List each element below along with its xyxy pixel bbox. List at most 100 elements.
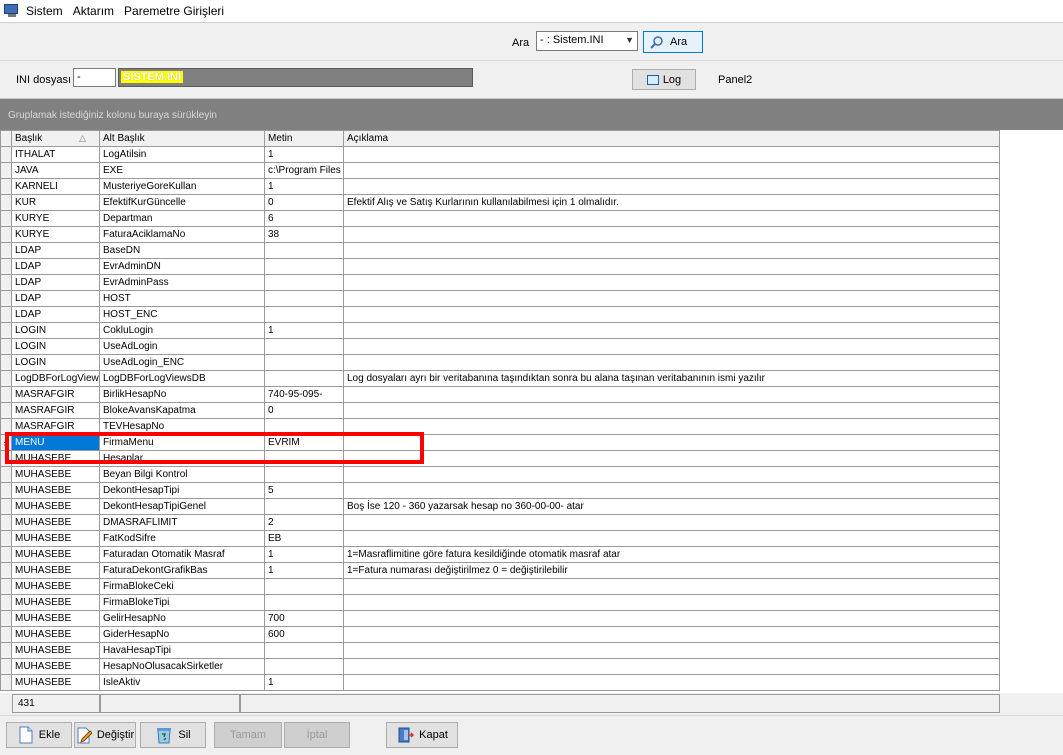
cell-metin[interactable]: c:\Program Files <box>264 162 344 179</box>
cell-metin[interactable]: 1 <box>264 146 344 163</box>
cell-baslik[interactable]: MUHASEBE <box>11 626 100 643</box>
cell-baslik[interactable]: MUHASEBE <box>11 594 100 611</box>
table-row[interactable]: ITHALAT LogAtilsin 1 <box>0 146 1000 163</box>
cell-alt-baslik[interactable]: FatKodSifre <box>99 530 265 547</box>
cell-alt-baslik[interactable]: EfektifKurGüncelle <box>99 194 265 211</box>
cell-baslik[interactable]: MUHASEBE <box>11 562 100 579</box>
cell-metin[interactable]: 0 <box>264 194 344 211</box>
cell-baslik[interactable]: MUHASEBE <box>11 482 100 499</box>
cell-metin[interactable]: 0 <box>264 402 344 419</box>
cell-metin[interactable]: 5 <box>264 482 344 499</box>
cell-baslik[interactable]: LDAP <box>11 306 100 323</box>
cell-alt-baslik[interactable]: FaturaAciklamaNo <box>99 226 265 243</box>
table-row[interactable]: LDAP EvrAdminDN <box>0 258 1000 275</box>
cell-baslik[interactable]: MASRAFGIR <box>11 386 100 403</box>
cell-alt-baslik[interactable]: FirmaMenu <box>99 434 265 451</box>
cell-aciklama[interactable] <box>343 354 1000 371</box>
ok-button[interactable]: Tamam <box>214 722 282 748</box>
cell-metin[interactable]: 38 <box>264 226 344 243</box>
cell-alt-baslik[interactable]: EXE <box>99 162 265 179</box>
row-indicator[interactable] <box>0 242 12 259</box>
table-row[interactable]: MUHASEBE Faturadan Otomatik Masraf 1 1=Masr… <box>0 546 1000 563</box>
table-row[interactable]: MUHASEBE DMASRAFLIMIT 2 <box>0 514 1000 531</box>
ini-file-input[interactable]: - <box>73 68 116 87</box>
cell-aciklama[interactable] <box>343 226 1000 243</box>
cell-baslik[interactable]: LDAP <box>11 274 100 291</box>
row-indicator[interactable] <box>0 162 12 179</box>
cell-metin[interactable] <box>264 466 344 483</box>
cell-metin[interactable]: 1 <box>264 546 344 563</box>
cell-alt-baslik[interactable]: HesapNoOlusacakSirketler <box>99 658 265 675</box>
cell-alt-baslik[interactable]: FirmaBlokeCeki <box>99 578 265 595</box>
table-row[interactable]: MASRAFGIR TEVHesapNo <box>0 418 1000 435</box>
table-row[interactable]: JAVA EXE c:\Program Files <box>0 162 1000 179</box>
cell-aciklama[interactable]: 1=Fatura numarası değiştirilmez 0 = deği… <box>343 562 1000 579</box>
table-row[interactable]: KARNELI MusteriyeGoreKullan 1 <box>0 178 1000 195</box>
cell-aciklama[interactable] <box>343 162 1000 179</box>
cell-aciklama[interactable]: Log dosyaları ayrı bir veritabanına taşı… <box>343 370 1000 387</box>
cell-aciklama[interactable] <box>343 210 1000 227</box>
cell-metin[interactable] <box>264 450 344 467</box>
cell-alt-baslik[interactable]: MusteriyeGoreKullan <box>99 178 265 195</box>
cell-aciklama[interactable] <box>343 578 1000 595</box>
cell-metin[interactable] <box>264 370 344 387</box>
row-indicator[interactable] <box>0 674 12 691</box>
cell-baslik[interactable]: MUHASEBE <box>11 530 100 547</box>
cell-alt-baslik[interactable]: UseAdLogin_ENC <box>99 354 265 371</box>
cell-metin[interactable] <box>264 658 344 675</box>
table-row[interactable]: MUHASEBE IsleAktiv 1 <box>0 674 1000 691</box>
cell-baslik[interactable]: MUHASEBE <box>11 450 100 467</box>
cell-metin[interactable]: 6 <box>264 210 344 227</box>
cell-aciklama[interactable] <box>343 402 1000 419</box>
row-indicator[interactable] <box>0 274 12 291</box>
cell-metin[interactable] <box>264 242 344 259</box>
cell-alt-baslik[interactable]: BirlikHesapNo <box>99 386 265 403</box>
cell-aciklama[interactable] <box>343 274 1000 291</box>
row-indicator-current-icon[interactable]: » <box>0 434 12 451</box>
menu-parametre-girisleri[interactable]: Paremetre Girişleri <box>124 2 224 20</box>
row-indicator[interactable] <box>0 530 12 547</box>
row-indicator[interactable] <box>0 642 12 659</box>
cell-baslik[interactable]: MASRAFGIR <box>11 418 100 435</box>
cell-aciklama[interactable] <box>343 386 1000 403</box>
cell-baslik[interactable]: LogDBForLogView <box>11 370 100 387</box>
cell-aciklama[interactable]: 1=Masraflimitine göre fatura kesildiğind… <box>343 546 1000 563</box>
cell-metin[interactable] <box>264 290 344 307</box>
menu-aktarim[interactable]: Aktarım <box>73 2 114 20</box>
cell-metin[interactable]: 700 <box>264 610 344 627</box>
table-row[interactable]: MUHASEBE DekontHesapTipi 5 <box>0 482 1000 499</box>
cell-aciklama[interactable] <box>343 322 1000 339</box>
cell-aciklama[interactable] <box>343 642 1000 659</box>
cell-metin[interactable]: EB <box>264 530 344 547</box>
cell-baslik[interactable]: MUHASEBE <box>11 610 100 627</box>
table-row[interactable]: MUHASEBE Hesaplar <box>0 450 1000 467</box>
cell-baslik[interactable]: MUHASEBE <box>11 514 100 531</box>
row-indicator[interactable] <box>0 194 12 211</box>
table-row[interactable]: LDAP EvrAdminPass <box>0 274 1000 291</box>
cancel-button[interactable]: İptal <box>284 722 350 748</box>
cell-alt-baslik[interactable]: GelirHesapNo <box>99 610 265 627</box>
table-row[interactable]: LOGIN CokluLogin 1 <box>0 322 1000 339</box>
cell-alt-baslik[interactable]: LogAtilsin <box>99 146 265 163</box>
row-indicator[interactable] <box>0 290 12 307</box>
table-row[interactable]: MUHASEBE GiderHesapNo 600 <box>0 626 1000 643</box>
cell-baslik[interactable]: MUHASEBE <box>11 578 100 595</box>
cell-alt-baslik[interactable]: DekontHesapTipi <box>99 482 265 499</box>
cell-metin[interactable] <box>264 306 344 323</box>
row-indicator[interactable] <box>0 306 12 323</box>
cell-aciklama[interactable] <box>343 674 1000 691</box>
column-header-baslik[interactable]: Başlık △ <box>11 130 100 147</box>
row-indicator[interactable] <box>0 338 12 355</box>
cell-baslik[interactable]: LOGIN <box>11 354 100 371</box>
cell-aciklama[interactable] <box>343 178 1000 195</box>
cell-aciklama[interactable] <box>343 482 1000 499</box>
cell-aciklama[interactable] <box>343 626 1000 643</box>
search-button[interactable]: Ara <box>643 31 703 53</box>
cell-metin[interactable]: 2 <box>264 514 344 531</box>
cell-alt-baslik[interactable]: HOST_ENC <box>99 306 265 323</box>
cell-aciklama[interactable]: Boş İse 120 - 360 yazarsak hesap no 360-… <box>343 498 1000 515</box>
cell-alt-baslik[interactable]: UseAdLogin <box>99 338 265 355</box>
cell-baslik[interactable]: LOGIN <box>11 338 100 355</box>
cell-baslik[interactable]: MUHASEBE <box>11 658 100 675</box>
row-indicator[interactable] <box>0 594 12 611</box>
